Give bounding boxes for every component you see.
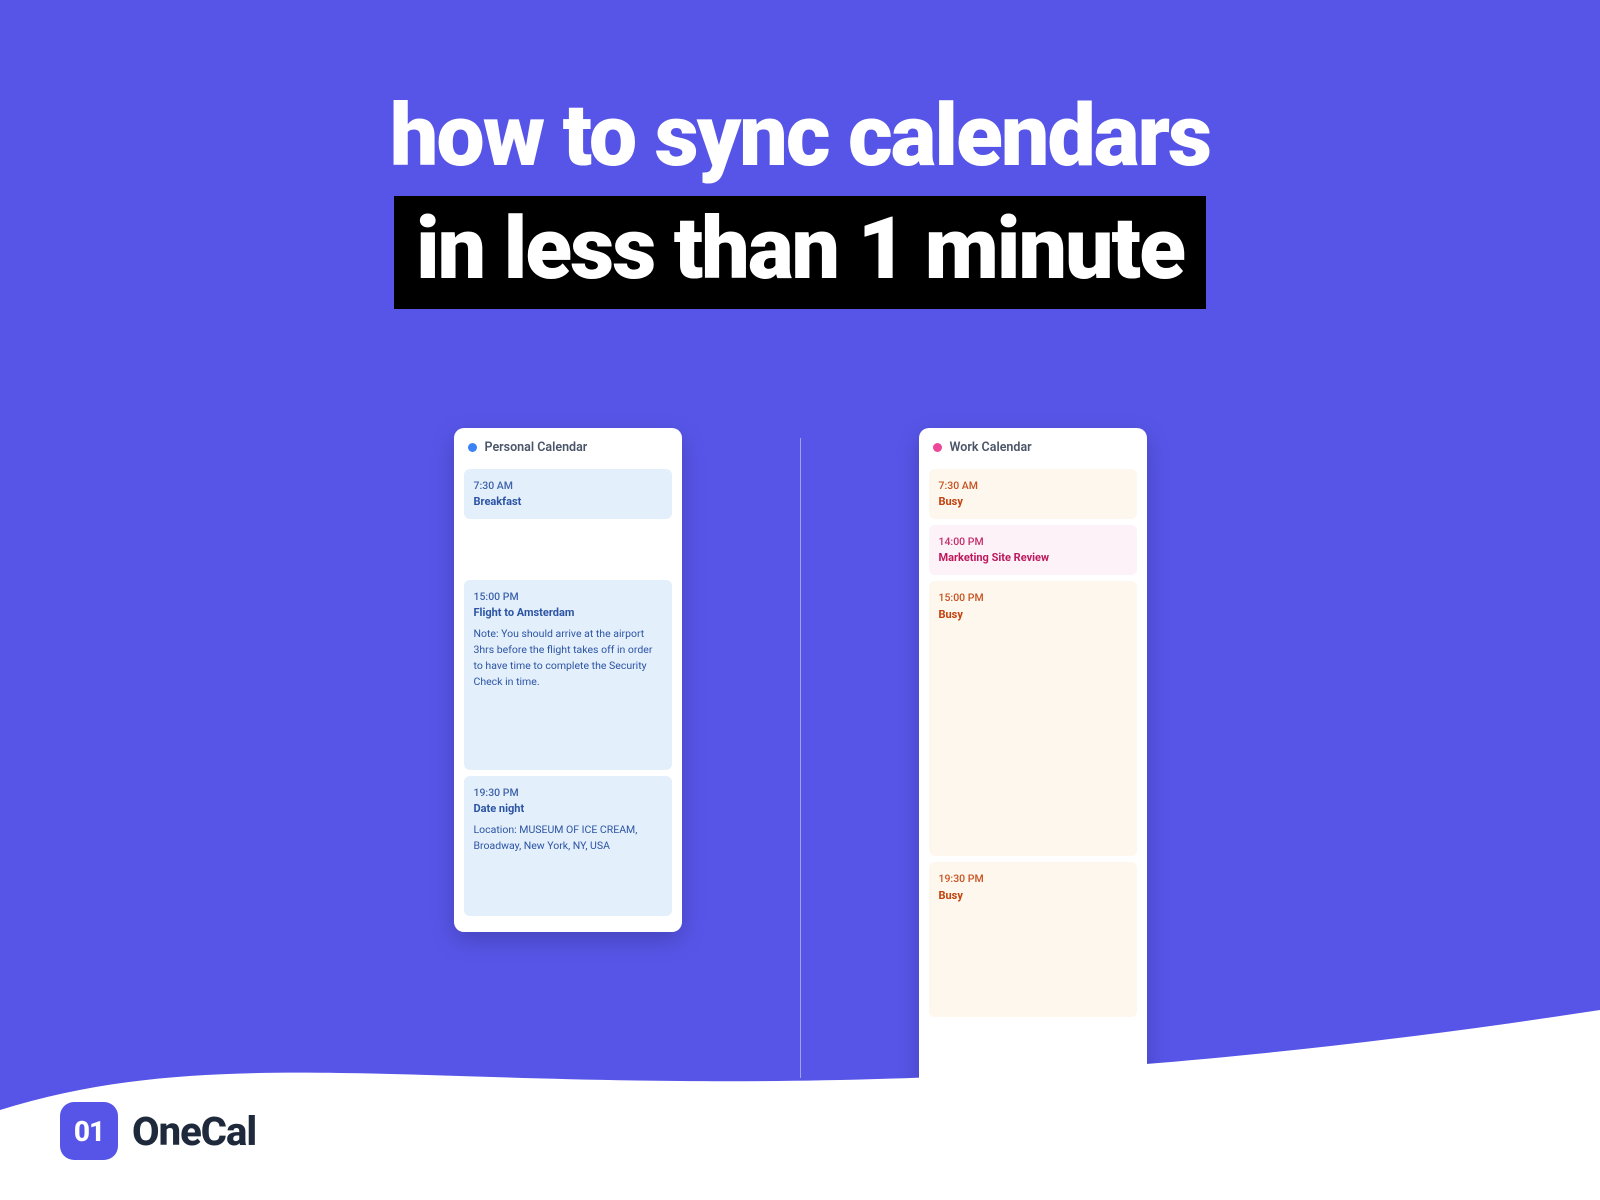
event-title: Breakfast <box>474 494 662 510</box>
event-body: Note: You should arrive at the airport 3… <box>474 626 662 689</box>
hero-headline: how to sync calendars in less than 1 min… <box>0 85 1600 309</box>
brand-logo[interactable]: 01 OneCal <box>60 1102 256 1160</box>
work-calendar-title: Work Calendar <box>950 440 1032 455</box>
event-title: Date night <box>474 801 662 817</box>
event-title: Busy <box>939 888 1127 904</box>
event-item[interactable]: 15:00 PM Flight to Amsterdam Note: You s… <box>464 580 672 770</box>
dot-icon <box>933 443 942 452</box>
event-title: Marketing Site Review <box>939 550 1127 566</box>
event-time: 19:30 PM <box>474 785 662 800</box>
event-title: Flight to Amsterdam <box>474 605 662 621</box>
dot-icon <box>468 443 477 452</box>
brand-name: OneCal <box>132 1108 256 1155</box>
event-item[interactable]: 15:00 PM Busy <box>929 581 1137 856</box>
event-item[interactable]: 7:30 AM Busy <box>929 469 1137 519</box>
wave-decoration <box>0 980 1600 1200</box>
event-title: Busy <box>939 607 1127 623</box>
spacer <box>464 525 672 580</box>
event-body: Location: MUSEUM OF ICE CREAM, Broadway,… <box>474 822 662 854</box>
event-item[interactable]: 19:30 PM Date night Location: MUSEUM OF … <box>464 776 672 916</box>
headline-line-1: how to sync calendars <box>0 85 1600 186</box>
personal-calendar-title: Personal Calendar <box>485 440 588 455</box>
event-item[interactable]: 7:30 AM Breakfast <box>464 469 672 519</box>
event-time: 7:30 AM <box>474 478 662 493</box>
event-time: 14:00 PM <box>939 534 1127 549</box>
personal-calendar-header: Personal Calendar <box>464 438 672 459</box>
event-time: 7:30 AM <box>939 478 1127 493</box>
personal-calendar-card: Personal Calendar 7:30 AM Breakfast 15:0… <box>454 428 682 932</box>
event-time: 15:00 PM <box>939 590 1127 605</box>
work-calendar-header: Work Calendar <box>929 438 1137 459</box>
logo-badge-text: 01 <box>74 1115 104 1148</box>
event-time: 15:00 PM <box>474 589 662 604</box>
event-time: 19:30 PM <box>939 871 1127 886</box>
event-title: Busy <box>939 494 1127 510</box>
event-item[interactable]: 14:00 PM Marketing Site Review <box>929 525 1137 575</box>
headline-line-2: in less than 1 minute <box>394 196 1206 309</box>
logo-badge-icon: 01 <box>60 1102 118 1160</box>
